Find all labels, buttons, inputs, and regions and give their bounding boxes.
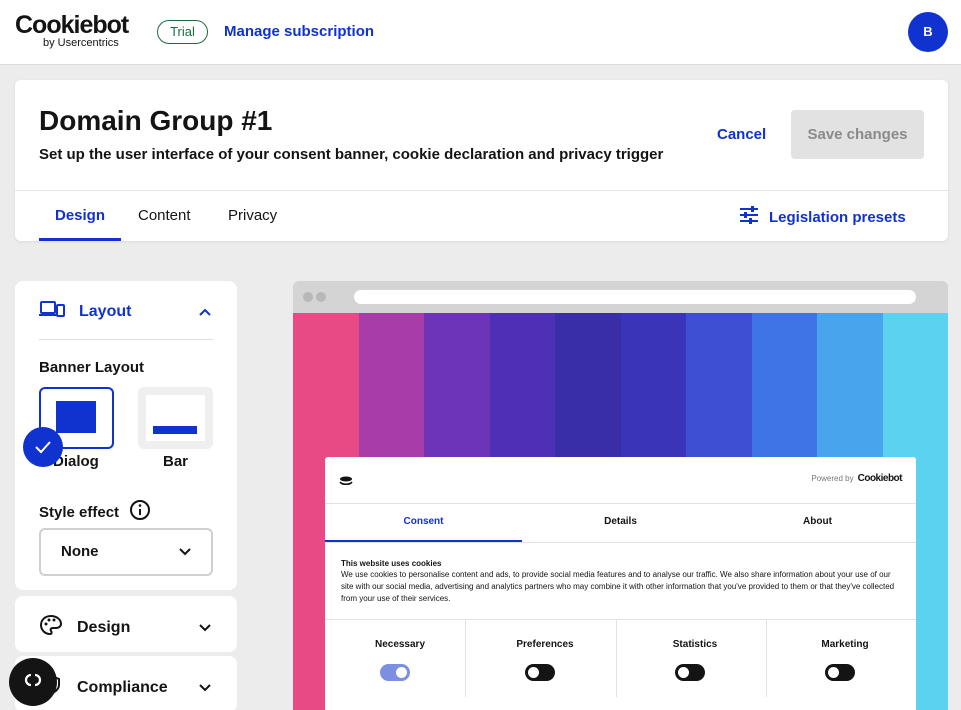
trial-badge: Trial: [157, 20, 208, 44]
logo-wordmark: Cookiebot: [15, 11, 129, 39]
category-divider: [766, 619, 767, 697]
category-necessary: Necessary: [325, 632, 475, 710]
category-marketing: Marketing: [770, 632, 920, 710]
privacy-trigger-button[interactable]: [9, 658, 57, 706]
dialog-tab-about[interactable]: About: [719, 516, 916, 527]
chevron-up-icon[interactable]: [199, 303, 211, 321]
page-title: Domain Group #1: [39, 105, 273, 136]
design-panel[interactable]: Design: [15, 596, 237, 652]
manage-subscription-link[interactable]: Manage subscription: [224, 23, 374, 40]
layout-panel: Layout Banner Layout Dialog Bar Style ef…: [15, 281, 237, 590]
selected-check-icon: [23, 427, 63, 467]
dialog-tab-consent[interactable]: Consent: [325, 516, 522, 527]
layout-title: Layout: [79, 302, 132, 320]
preferences-toggle[interactable]: [525, 664, 555, 681]
layout-section-header[interactable]: Layout: [39, 300, 131, 323]
category-divider: [465, 619, 466, 697]
category-statistics: Statistics: [620, 632, 770, 710]
page-subtitle: Set up the user interface of your consen…: [39, 146, 664, 163]
dialog-tab-details[interactable]: Details: [522, 516, 719, 527]
style-effect-select[interactable]: None: [39, 528, 213, 576]
info-icon[interactable]: [129, 499, 151, 525]
marketing-toggle[interactable]: [825, 664, 855, 681]
top-bar: Cookiebot by Usercentrics Trial Manage s…: [0, 0, 961, 65]
bar-thumbnail-frame: [146, 395, 205, 441]
url-bar: [354, 290, 916, 304]
cookie-stack-icon: [339, 473, 353, 491]
style-effect-label: Style effect: [39, 503, 120, 521]
tab-content[interactable]: Content: [138, 207, 191, 224]
category-preferences: Preferences: [470, 632, 620, 710]
compliance-title: Compliance: [77, 678, 168, 696]
dialog-divider: [325, 503, 916, 504]
user-avatar[interactable]: B: [908, 12, 948, 52]
header-card: Domain Group #1 Set up the user interfac…: [15, 80, 948, 241]
legislation-presets-button[interactable]: Legislation presets: [739, 206, 906, 228]
category-name: Necessary: [374, 639, 426, 650]
dialog-divider: [325, 619, 916, 620]
devices-icon: [39, 300, 65, 323]
dialog-heading: This website uses cookies: [341, 559, 442, 568]
statistics-toggle[interactable]: [675, 664, 705, 681]
chevron-down-icon[interactable]: [199, 619, 211, 637]
window-dot: [303, 292, 313, 302]
category-name: Marketing: [821, 639, 869, 650]
category-name: Statistics: [672, 639, 718, 650]
powered-by-brand: Cookiebot: [857, 473, 903, 484]
chevron-down-icon[interactable]: [199, 679, 211, 697]
legislation-presets-label: Legislation presets: [769, 208, 906, 226]
design-section-header[interactable]: Design: [39, 614, 130, 641]
category-divider: [616, 619, 617, 697]
header-divider: [15, 190, 948, 191]
powered-by: Powered by Cookiebot: [811, 473, 902, 484]
logo-subtitle: by Usercentrics: [43, 37, 119, 49]
privacy-trigger-icon: [20, 672, 46, 693]
browser-chrome: [293, 281, 948, 313]
consent-dialog-preview: Powered by Cookiebot Consent Details Abo…: [325, 457, 916, 710]
bar-option-label: Bar: [163, 453, 189, 470]
compliance-section-header[interactable]: Compliance: [39, 674, 168, 701]
cookiebot-logo[interactable]: Cookiebot by Usercentrics: [15, 11, 129, 50]
design-title: Design: [77, 618, 131, 636]
palette-icon: [39, 614, 63, 641]
dialog-layout-thumbnail: [56, 401, 96, 433]
layout-divider: [39, 339, 213, 340]
dialog-body-text: We use cookies to personalise content an…: [341, 570, 895, 603]
necessary-toggle[interactable]: [380, 664, 410, 681]
style-effect-row: Style effect: [39, 499, 151, 525]
category-name: Preferences: [516, 639, 574, 650]
style-effect-value: None: [61, 543, 99, 560]
cancel-button[interactable]: Cancel: [717, 126, 766, 143]
bar-layout-thumbnail: [153, 426, 197, 434]
window-dot: [316, 292, 326, 302]
sliders-icon: [739, 206, 759, 228]
tab-design[interactable]: Design: [55, 207, 105, 224]
tab-privacy[interactable]: Privacy: [228, 207, 277, 224]
active-tab-indicator: [39, 238, 121, 241]
banner-layout-label: Banner Layout: [39, 359, 145, 376]
dialog-divider: [325, 542, 916, 543]
bar-layout-option[interactable]: [138, 387, 213, 449]
chevron-down-icon: [179, 530, 191, 574]
save-changes-button[interactable]: Save changes: [791, 110, 924, 159]
powered-by-label: Powered by: [811, 474, 854, 483]
banner-preview: Powered by Cookiebot Consent Details Abo…: [293, 281, 948, 710]
